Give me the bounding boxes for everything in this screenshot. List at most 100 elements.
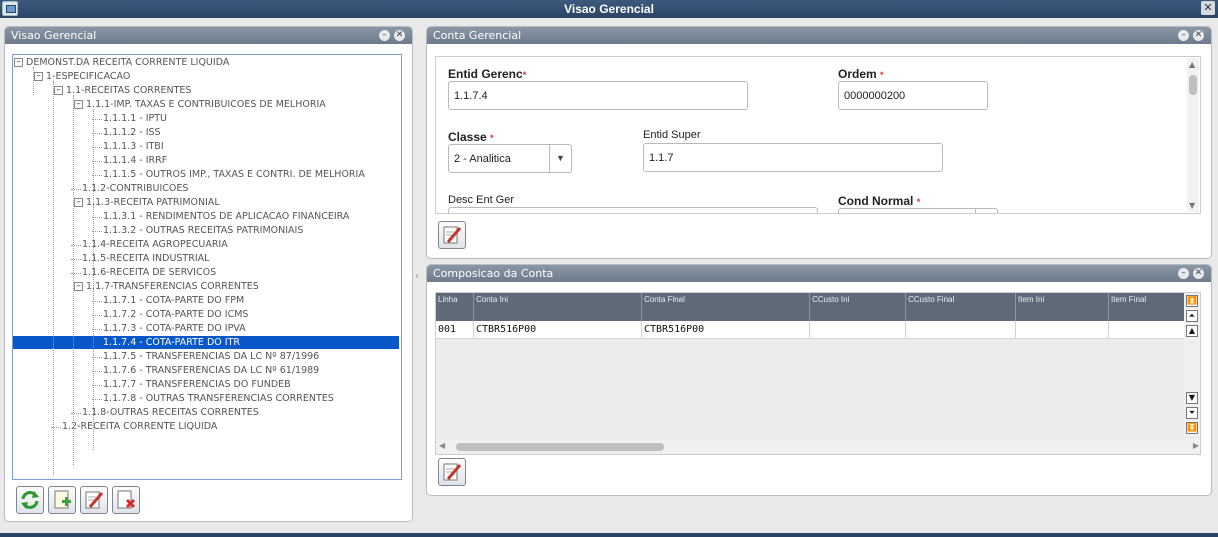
- scrollbar-thumb[interactable]: [456, 443, 664, 451]
- table-cell[interactable]: [1016, 321, 1109, 339]
- table-cell[interactable]: [1109, 321, 1186, 339]
- grid-header: Linha Conta Ini Conta Final CCusto Ini CCust…: [436, 293, 1186, 321]
- column-header[interactable]: Conta Final: [642, 293, 810, 321]
- tree-item[interactable]: 1.1.3.1 - RENDIMENTOS DE APLICACAO FINAN…: [103, 210, 349, 223]
- account-tree[interactable]: – DEMONST.DA RECEITA CORRENTE LIQUIDA –1-E…: [12, 54, 402, 480]
- tree-expander-icon[interactable]: –: [74, 282, 83, 291]
- scrollbar-thumb[interactable]: [1189, 75, 1197, 95]
- scroll-down-icon[interactable]: ▼: [1189, 201, 1195, 210]
- classe-select[interactable]: 2 - Analitica ▼: [448, 144, 572, 173]
- tree-expander-icon[interactable]: –: [34, 72, 43, 81]
- scroll-up-icon[interactable]: ▲: [1186, 325, 1198, 337]
- delete-button[interactable]: [112, 486, 140, 514]
- tree-item[interactable]: 1.1.7.6 - TRANSFERENCIAS DA LC Nº 61/198…: [103, 364, 319, 377]
- chevron-down-icon[interactable]: ▼: [549, 145, 571, 172]
- column-header[interactable]: Item Final: [1109, 293, 1186, 321]
- table-cell[interactable]: [810, 321, 906, 339]
- scroll-left-icon[interactable]: ◀: [439, 441, 445, 450]
- minimize-icon[interactable]: –: [379, 30, 390, 41]
- tree-item[interactable]: 1.1.2-CONTRIBUICOES: [82, 182, 188, 195]
- tree-item[interactable]: 1.1.8-OUTRAS RECEITAS CORRENTES: [82, 406, 259, 419]
- visao-gerencial-panel: Visao Gerencial – ✕ – DEMONST.DA RECEITA …: [4, 26, 413, 522]
- add-button[interactable]: [48, 486, 76, 514]
- window-title-bar: Visao Gerencial ✕: [0, 0, 1218, 18]
- conta-gerencial-panel: Conta Gerencial – ✕ Entid Gerenc* 1.1.7.…: [426, 26, 1212, 259]
- tree-item[interactable]: 1.1.7-TRANSFERENCIAS CORRENTES: [86, 280, 259, 293]
- scroll-top-icon[interactable]: ⏫: [1186, 295, 1198, 307]
- table-cell[interactable]: 001: [436, 321, 474, 339]
- scroll-bottom-icon[interactable]: ⏬: [1186, 422, 1198, 434]
- tree-item[interactable]: 1.1.4-RECEITA AGROPECUARIA: [82, 238, 228, 251]
- tree-item[interactable]: 1.1.3-RECEITA PATRIMONIAL: [86, 196, 220, 209]
- tree-item[interactable]: 1.1.1-IMP. TAXAS E CONTRIBUICOES DE MELH…: [86, 98, 326, 111]
- delete-icon: [117, 490, 136, 509]
- desc-ent-ger-field[interactable]: [448, 207, 818, 213]
- tree-item[interactable]: 1.1.3.2 - OUTRAS RECEITAS PATRIMONIAIS: [103, 224, 303, 237]
- cond-normal-label: Cond Normal *: [838, 194, 921, 208]
- scroll-page-down-icon[interactable]: ⏷: [1186, 407, 1198, 419]
- column-header[interactable]: CCusto Ini: [810, 293, 906, 321]
- tree-item[interactable]: 1.1.7.4 - COTA-PARTE DO ITR: [13, 336, 399, 349]
- scroll-down-icon[interactable]: ▼: [1186, 392, 1198, 404]
- panel-title: Visao Gerencial: [11, 29, 97, 42]
- entid-super-field[interactable]: 1.1.7: [643, 143, 943, 172]
- tree-item[interactable]: 1.1.1.5 - OUTROS IMP., TAXAS E CONTRI. D…: [103, 168, 365, 181]
- tree-item[interactable]: 1.1.1.1 - IPTU: [103, 112, 167, 125]
- tree-expander-icon[interactable]: –: [14, 58, 23, 67]
- tree-item[interactable]: 1.2-RECEITA CORRENTE LIQUIDA: [62, 420, 217, 433]
- close-icon[interactable]: ✕: [1193, 30, 1204, 41]
- minimize-icon[interactable]: –: [1178, 30, 1189, 41]
- tree-expander-icon[interactable]: –: [54, 86, 63, 95]
- entid-gerenc-field[interactable]: 1.1.7.4: [448, 81, 748, 110]
- cond-normal-select[interactable]: [838, 208, 998, 213]
- status-bar: [0, 533, 1218, 537]
- minimize-icon[interactable]: –: [1178, 268, 1189, 279]
- column-header[interactable]: Item Ini: [1016, 293, 1109, 321]
- table-cell[interactable]: CTBR516P00: [474, 321, 642, 339]
- table-cell[interactable]: CTBR516P00: [642, 321, 810, 339]
- column-header[interactable]: Linha: [436, 293, 474, 321]
- tree-item[interactable]: 1.1.1.3 - ITBI: [103, 140, 164, 153]
- edit-composicao-button[interactable]: [438, 458, 466, 486]
- tree-item[interactable]: 1.1.7.1 - COTA-PARTE DO FPM: [103, 294, 244, 307]
- ordem-field[interactable]: 0000000200: [838, 81, 988, 110]
- tree-item[interactable]: DEMONST.DA RECEITA CORRENTE LIQUIDA: [26, 56, 229, 69]
- composicao-grid[interactable]: Linha Conta Ini Conta Final CCusto Ini CCust…: [435, 292, 1201, 455]
- tree-guide-line: [73, 95, 74, 465]
- tree-item[interactable]: 1.1.7.2 - COTA-PARTE DO ICMS: [103, 308, 248, 321]
- form-scrollbar[interactable]: ▲ ▼: [1187, 58, 1199, 212]
- table-row[interactable]: 001 CTBR516P00 CTBR516P00: [436, 321, 1186, 339]
- tree-item[interactable]: 1.1.6-RECEITA DE SERVICOS: [82, 266, 216, 279]
- tree-guide-line: [33, 67, 34, 95]
- composicao-conta-panel: Composicao da Conta – ✕ Linha Conta Ini Co…: [426, 264, 1212, 496]
- chevron-down-icon[interactable]: [975, 209, 997, 213]
- scroll-up-icon[interactable]: ▲: [1189, 60, 1195, 69]
- tree-item[interactable]: 1.1.1.2 - ISS: [103, 126, 161, 139]
- tree-item[interactable]: 1.1.7.8 - OUTRAS TRANSFERENCIAS CORRENTE…: [103, 392, 334, 405]
- close-icon[interactable]: ✕: [394, 30, 405, 41]
- edit-icon: [85, 491, 104, 509]
- scroll-page-up-icon[interactable]: ⏶: [1186, 310, 1198, 322]
- close-window-icon[interactable]: ✕: [1201, 1, 1215, 15]
- tree-item[interactable]: 1.1.5-RECEITA INDUSTRIAL: [82, 252, 209, 265]
- table-cell[interactable]: [906, 321, 1016, 339]
- tree-item[interactable]: 1-ESPECIFICACAO: [46, 70, 130, 83]
- edit-conta-button[interactable]: [438, 221, 466, 249]
- refresh-button[interactable]: [16, 486, 44, 514]
- tree-expander-icon[interactable]: –: [74, 198, 83, 207]
- close-icon[interactable]: ✕: [1193, 268, 1204, 279]
- grid-horizontal-scrollbar[interactable]: ◀ ▶: [436, 439, 1200, 454]
- scroll-right-icon[interactable]: ▶: [1193, 441, 1199, 450]
- tree-item[interactable]: 1.1.1.4 - IRRF: [103, 154, 167, 167]
- tree-expander-icon[interactable]: –: [74, 100, 83, 109]
- splitter-handle[interactable]: ‹: [415, 271, 423, 283]
- column-header[interactable]: Conta Ini: [474, 293, 642, 321]
- column-header[interactable]: CCusto Final: [906, 293, 1016, 321]
- grid-vertical-scrollbar[interactable]: ⏫ ⏶ ▲ ▼ ⏷ ⏬: [1184, 293, 1200, 436]
- tree-item[interactable]: 1.1-RECEITAS CORRENTES: [66, 84, 191, 97]
- tree-item[interactable]: 1.1.7.3 - COTA-PARTE DO IPVA: [103, 322, 246, 335]
- edit-button[interactable]: [80, 486, 108, 514]
- panel-title: Conta Gerencial: [433, 29, 522, 42]
- tree-item[interactable]: 1.1.7.5 - TRANSFERENCIAS DA LC Nº 87/199…: [103, 350, 319, 363]
- tree-item[interactable]: 1.1.7.7 - TRANSFERENCIAS DO FUNDEB: [103, 378, 291, 391]
